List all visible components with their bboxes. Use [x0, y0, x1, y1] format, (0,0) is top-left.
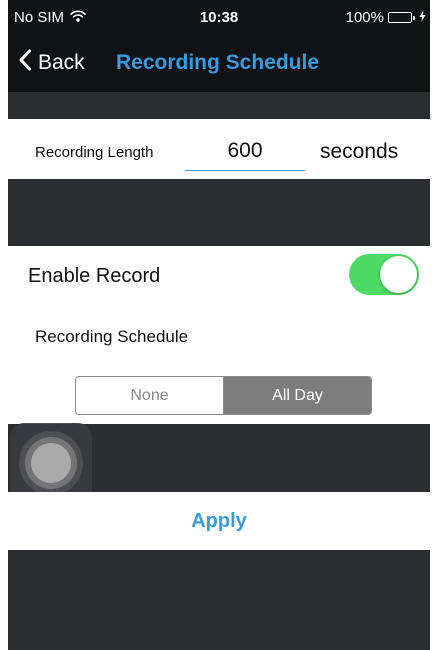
record-settings-panel: Enable Record Recording Schedule None Al…: [8, 246, 430, 424]
apply-row: Apply: [8, 492, 430, 550]
assistive-touch-button[interactable]: [10, 423, 92, 503]
recording-length-unit: seconds: [320, 140, 399, 163]
status-right: 100%: [346, 9, 426, 26]
recording-length-input[interactable]: [185, 135, 305, 171]
page-title: Recording Schedule: [116, 51, 320, 74]
navigation-bar: Back Recording Schedule: [8, 34, 430, 92]
phone-screen: No SIM 10:38 100% Back Recording Schedul…: [8, 0, 430, 650]
enable-record-label: Enable Record: [28, 265, 161, 287]
back-button[interactable]: Back: [18, 49, 85, 77]
battery-icon: [388, 12, 415, 23]
bottom-empty-area: [8, 550, 430, 650]
battery-percent: 100%: [345, 9, 384, 26]
recording-length-row: Recording Length seconds: [8, 119, 430, 179]
recording-length-label: Recording Length: [35, 144, 154, 161]
toggle-knob: [380, 256, 417, 293]
apply-button[interactable]: Apply: [8, 492, 430, 550]
section-separator: [8, 92, 430, 119]
chevron-left-icon: [18, 49, 38, 77]
enable-record-toggle[interactable]: [349, 254, 419, 295]
status-bar: No SIM 10:38 100%: [8, 0, 430, 34]
assistive-touch-icon: [31, 443, 71, 483]
schedule-segmented-control: None All Day: [75, 376, 372, 415]
section-separator: [8, 179, 430, 246]
schedule-option-none[interactable]: None: [76, 377, 224, 414]
back-label: Back: [38, 51, 85, 74]
recording-schedule-label: Recording Schedule: [35, 327, 189, 346]
schedule-option-all-day[interactable]: All Day: [224, 377, 371, 414]
bolt-icon: [419, 9, 426, 26]
